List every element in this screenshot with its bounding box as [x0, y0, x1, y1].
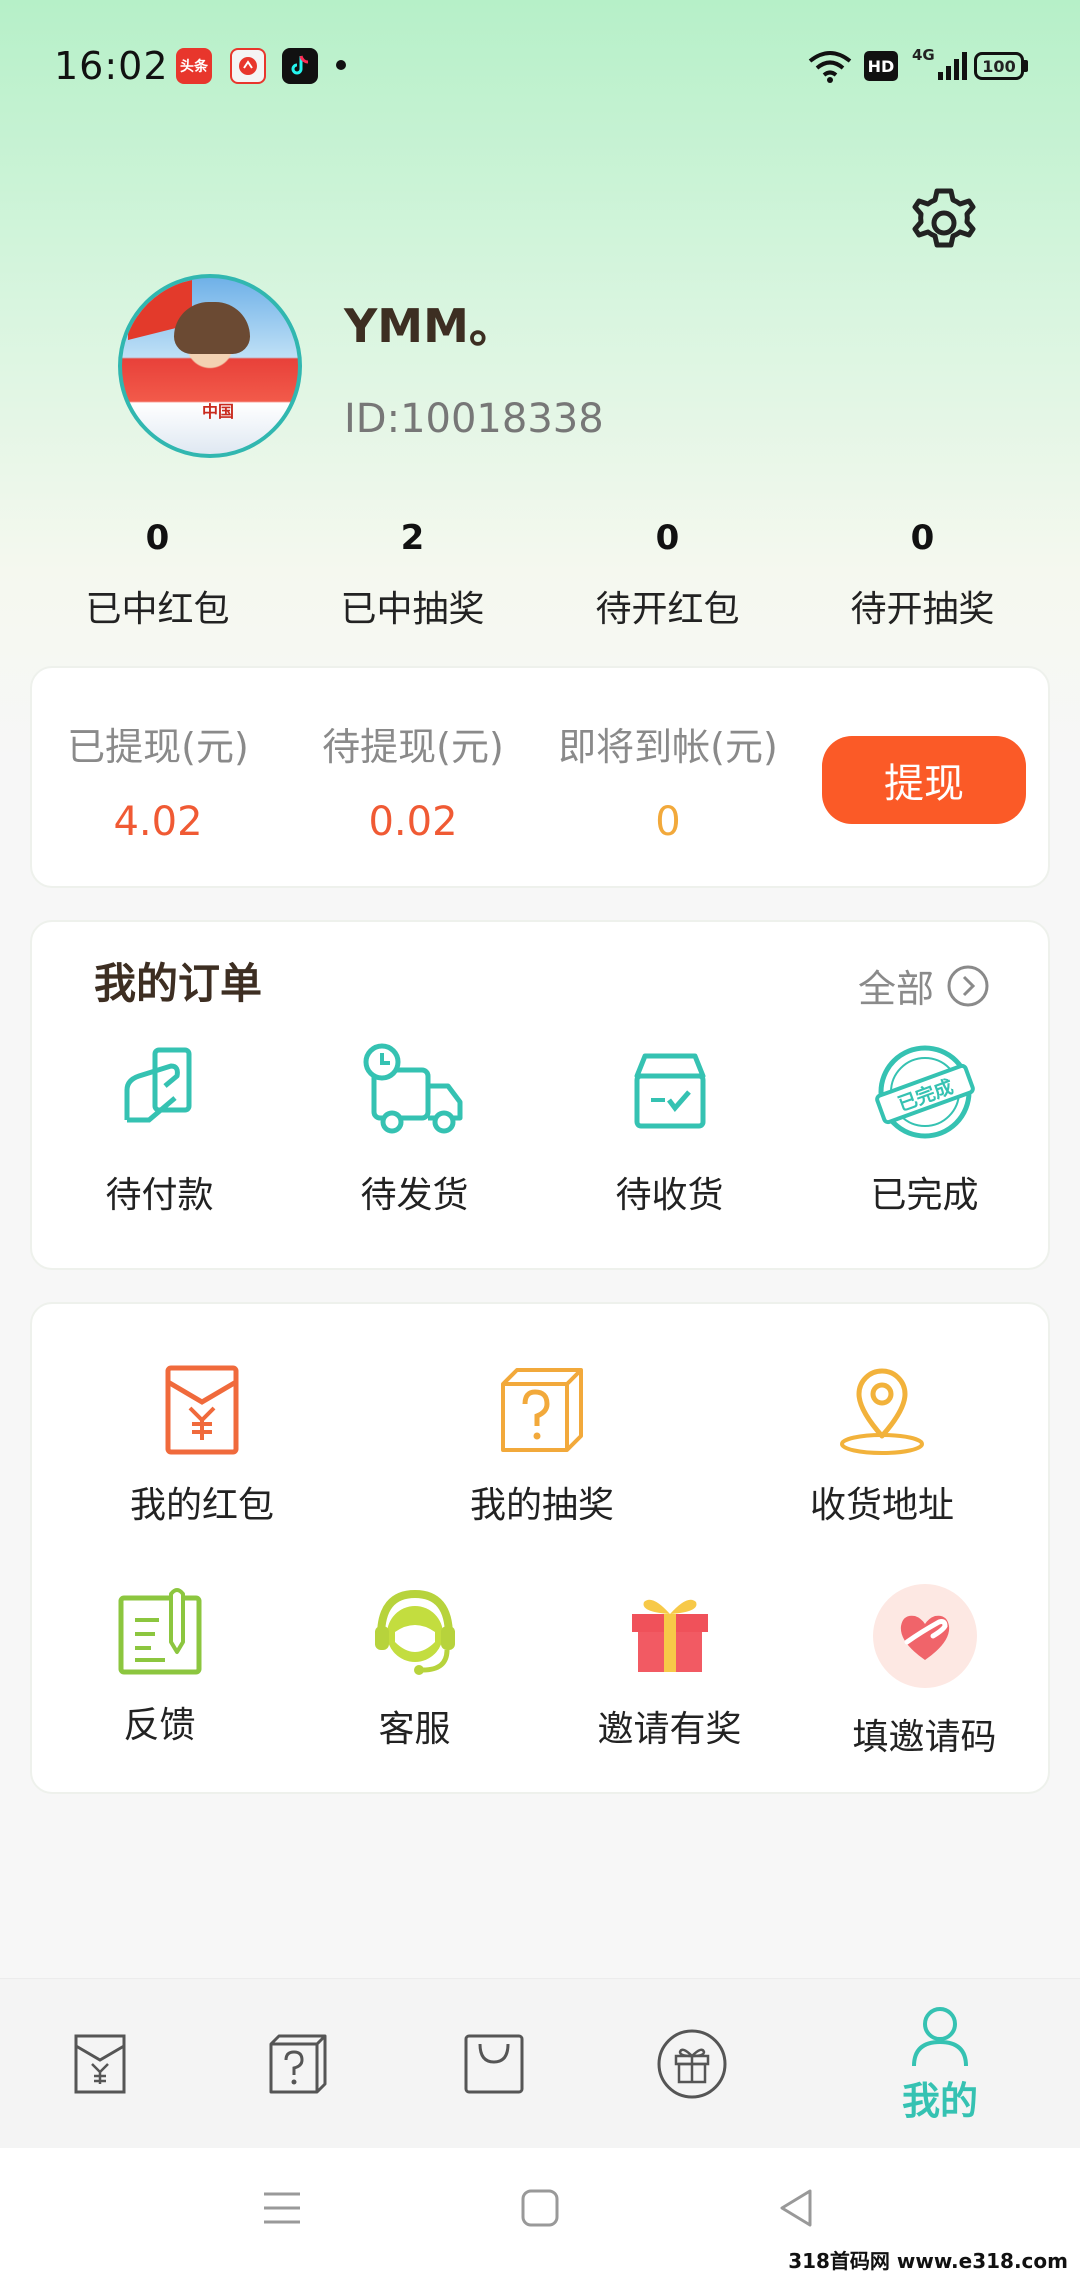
gift-icon: [631, 1599, 708, 1672]
wallet-label: 已提现(元): [67, 725, 249, 769]
orders-card: 我的订单 全部 待付款 待发货 待收货 已完成 已完成: [30, 920, 1050, 1270]
tab-gift[interactable]: [652, 1979, 732, 2149]
truck-icon: [363, 1043, 462, 1134]
tool-invite-reward[interactable]: 邀请有奖: [542, 1584, 797, 1760]
tool-label: 收货地址: [809, 1485, 954, 1526]
feedback-icon: [118, 1588, 201, 1675]
heart-hand-icon: [872, 1584, 977, 1688]
wallet-value: 0.02: [368, 799, 458, 845]
tab-mine[interactable]: 我的: [880, 1979, 1000, 2149]
tool-label: 客服: [378, 1709, 451, 1750]
order-label: 待付款: [105, 1175, 214, 1216]
order-completed[interactable]: 已完成 已完成: [797, 1042, 1052, 1218]
shopping-bag-icon: [464, 2034, 524, 2094]
stat-label: 待开抽奖: [850, 589, 995, 630]
tool-my-redpacket[interactable]: 我的红包: [32, 1364, 372, 1528]
location-pin-icon: [840, 1368, 924, 1455]
customer-service-icon: [374, 1589, 455, 1675]
tools-row-2: 反馈 客服 邀请有奖 填邀请码: [32, 1584, 1052, 1760]
stat-pending-redpacket[interactable]: 0 待开红包: [540, 510, 795, 640]
cellular-signal-icon: 4G: [912, 46, 969, 86]
stat-won-redpacket[interactable]: 0 已中红包: [30, 510, 285, 640]
package-check-icon: [634, 1053, 705, 1129]
order-label: 已完成: [870, 1175, 979, 1216]
status-bar: 16:02 头条 HD 4G 100: [0, 0, 1080, 130]
order-pending-receipt[interactable]: 待收货: [542, 1042, 797, 1218]
back-nav-icon[interactable]: [776, 2188, 816, 2228]
stat-value: 0: [910, 518, 935, 558]
watermark: 318首码网 www.e318.com: [782, 2243, 1074, 2276]
tool-feedback[interactable]: 反馈: [32, 1584, 287, 1760]
tool-my-lottery[interactable]: 我的抽奖: [372, 1364, 712, 1528]
username: YMM。: [344, 299, 515, 353]
stat-won-lottery[interactable]: 2 已中抽奖: [285, 510, 540, 640]
menu-nav-icon[interactable]: [262, 2188, 302, 2228]
stat-label: 已中抽奖: [340, 589, 485, 630]
tool-label: 填邀请码: [852, 1717, 997, 1758]
stat-value: 2: [400, 518, 425, 558]
status-time: 16:02: [54, 44, 169, 88]
orders-title: 我的订单: [94, 959, 263, 1008]
order-pending-payment[interactable]: 待付款: [32, 1042, 287, 1218]
tool-shipping-address[interactable]: 收货地址: [712, 1364, 1052, 1528]
chevron-right-circle-icon: [947, 965, 989, 1006]
mystery-box-tab-icon: [269, 2034, 327, 2094]
wallet-arriving: 即将到帐(元) 0: [542, 716, 794, 845]
stat-value: 0: [145, 518, 170, 558]
tab-mine-label: 我的: [901, 2078, 978, 2123]
tool-label: 反馈: [123, 1705, 196, 1746]
wallet-label: 即将到帐(元): [558, 725, 778, 769]
gift-circle-icon: [657, 2029, 727, 2099]
completed-stamp-icon: 已完成: [874, 1045, 975, 1139]
wallet-card: 已提现(元) 4.02 待提现(元) 0.02 即将到帐(元) 0 提现: [30, 666, 1050, 888]
mystery-box-icon: [501, 1368, 583, 1452]
wallet-pending: 待提现(元) 0.02: [287, 716, 539, 845]
tool-label: 邀请有奖: [597, 1709, 742, 1750]
red-envelope-tab-icon: [74, 2034, 126, 2094]
hd-icon: HD: [864, 46, 898, 86]
stat-label: 待开红包: [595, 589, 740, 630]
video-app-icon: [230, 48, 266, 84]
tab-shop[interactable]: [454, 1979, 534, 2149]
tool-label: 我的抽奖: [469, 1485, 614, 1526]
tab-lottery[interactable]: [258, 1979, 338, 2149]
order-label: 待收货: [615, 1175, 724, 1216]
user-profile-icon: [912, 2006, 968, 2066]
notification-dot-icon: [336, 60, 346, 70]
tab-redpacket[interactable]: [60, 1979, 140, 2149]
wifi-icon: [808, 46, 852, 86]
tool-label: 我的红包: [129, 1485, 274, 1526]
user-id: ID:10018338: [344, 396, 604, 442]
avatar[interactable]: 中国: [118, 274, 302, 458]
wallet-label: 待提现(元): [322, 725, 504, 769]
orders-view-all-link[interactable]: 全部: [858, 958, 990, 1013]
home-nav-icon[interactable]: [520, 2188, 560, 2228]
wallet-value: 0: [655, 799, 681, 845]
order-status-grid: 待付款 待发货 待收货 已完成 已完成: [32, 1042, 1052, 1218]
tools-row-1: 我的红包 我的抽奖 收货地址: [32, 1364, 1052, 1528]
bottom-tab-bar: 我的: [0, 1978, 1080, 2148]
battery-icon: 100: [974, 46, 1028, 86]
stat-value: 0: [655, 518, 680, 558]
tool-enter-invite-code[interactable]: 填邀请码: [797, 1584, 1052, 1760]
stats-row: 0 已中红包 2 已中抽奖 0 待开红包 0 待开抽奖: [30, 510, 1050, 640]
red-envelope-icon: [165, 1365, 239, 1455]
order-label: 待发货: [360, 1175, 469, 1216]
order-pending-shipment[interactable]: 待发货: [287, 1042, 542, 1218]
tiktok-app-icon: [282, 48, 318, 84]
payment-icon: [124, 1047, 191, 1123]
stat-label: 已中红包: [85, 589, 230, 630]
tools-card: 我的红包 我的抽奖 收货地址 反馈 客服 邀请有奖 填邀请码: [30, 1302, 1050, 1794]
stat-pending-lottery[interactable]: 0 待开抽奖: [795, 510, 1050, 640]
news-app-icon: 头条: [176, 48, 212, 84]
orders-all-label: 全部: [858, 967, 935, 1011]
wallet-withdrawn: 已提现(元) 4.02: [32, 716, 284, 845]
withdraw-button[interactable]: 提现: [822, 736, 1026, 824]
tool-customer-service[interactable]: 客服: [287, 1584, 542, 1760]
settings-gear-icon[interactable]: [906, 182, 982, 258]
wallet-value: 4.02: [113, 799, 203, 845]
